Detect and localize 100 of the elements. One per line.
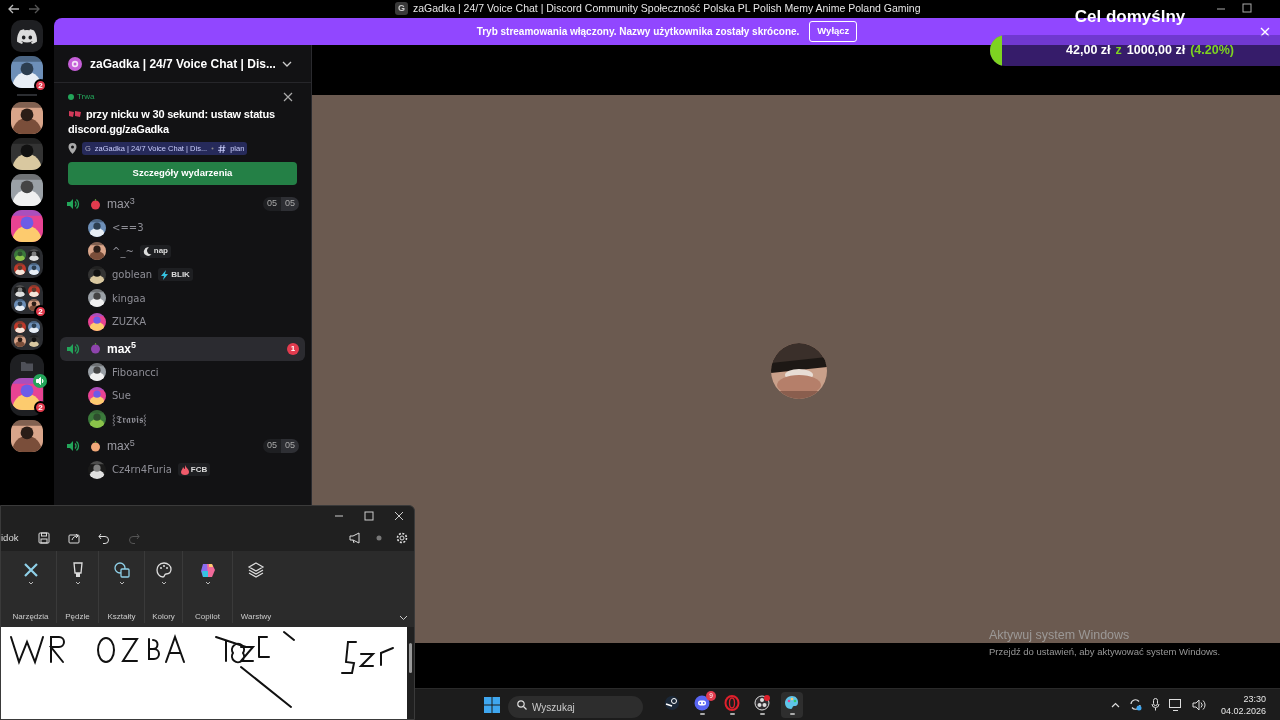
megaphone-icon[interactable] (349, 532, 362, 545)
notification-badge: 2 (34, 401, 47, 414)
server-icon (68, 56, 82, 71)
tool-label: Kształty (107, 611, 136, 623)
view-menu[interactable]: idok (1, 530, 29, 546)
user-count: 05 (262, 197, 281, 211)
avatar (88, 242, 106, 261)
goal-percent: (4.20%) (1190, 41, 1234, 59)
voice-user[interactable]: ZUZKA (60, 310, 305, 334)
avatar (88, 289, 106, 308)
notification-badge: 2 (34, 79, 47, 92)
server-folder[interactable] (11, 246, 43, 278)
ribbon-tool[interactable]: Pędzle (57, 551, 99, 623)
voice-speaker-icon (33, 374, 47, 388)
maximize-icon[interactable] (1242, 3, 1252, 13)
date-text: 04.02.2026 (1220, 704, 1266, 717)
account-icon[interactable] (376, 535, 382, 542)
voice-user[interactable]: ⸾𝕿𝖗𝖆𝖛𝖎𝖘⸾ (60, 407, 305, 431)
avatar (88, 410, 106, 429)
user-name: ^_~ (112, 244, 134, 259)
window-title: zaGadka | 24/7 Voice Chat | Discord Community Społeczność Polska PL Polish Memy Anime Poland Gaming (413, 1, 921, 16)
goal-target: 1000,00 zł (1126, 41, 1186, 59)
voice-user[interactable]: <==3 (60, 216, 305, 240)
close-icon[interactable] (283, 92, 293, 102)
palette-icon (154, 561, 173, 579)
flame-icon (180, 464, 189, 475)
network-icon[interactable] (1168, 698, 1183, 711)
chevron-up-icon[interactable] (1110, 701, 1120, 708)
home-button[interactable] (11, 20, 43, 52)
chevron-down-icon[interactable] (281, 59, 292, 68)
activation-text: Przejdź do ustawień, aby aktywować system Windows. (989, 644, 1221, 659)
location-pin-icon (68, 143, 77, 154)
event-status: Trwa (77, 91, 95, 103)
ribbon-tool[interactable]: Narzędzia (5, 551, 57, 623)
emoji-icon (68, 109, 82, 118)
user-name: ⸾𝕿𝖗𝖆𝖛𝖎𝖘⸾ (112, 412, 147, 427)
ribbon-tool[interactable]: Copilot (183, 551, 233, 623)
user-name: ZUZKA (112, 315, 147, 330)
tool-label: Copilot (195, 611, 220, 623)
user-count: 05 (262, 439, 281, 453)
notification-badge: 2 (34, 305, 47, 318)
tool-label: Warstwy (240, 611, 272, 623)
clock[interactable]: 23:30 04.02.2026 (1220, 692, 1266, 717)
shapes-icon (112, 561, 131, 579)
server-name[interactable]: zaGadka | 24/7 Voice Chat | Dis... (90, 54, 276, 73)
voice-user[interactable]: Cz4rn4Furia FCB (60, 458, 305, 482)
channel-name: max$^{3}$ (107, 195, 135, 213)
chevron-down-icon (204, 581, 211, 585)
goal-joiner: z (1115, 41, 1122, 59)
share-icon[interactable] (68, 532, 80, 545)
voice-user[interactable]: ^_~ nap (60, 239, 305, 263)
voice-channel[interactable]: max$^{3}$ 05 05 (60, 192, 305, 216)
ribbon-tool[interactable]: Warstwy (233, 551, 279, 623)
tag-text: BLIK (171, 268, 190, 281)
live-dot-icon (68, 94, 74, 100)
event-title: przy nicku w 30 sekund: ustaw status discord.gg/zaGadka (68, 107, 277, 137)
back-icon[interactable] (8, 4, 20, 14)
ribbon-tool[interactable]: Kolory (145, 551, 183, 623)
channel-name: max$^{5}$ (107, 437, 135, 455)
server-folder[interactable] (11, 282, 43, 314)
save-icon[interactable] (38, 532, 50, 545)
palette-icon (784, 694, 800, 711)
voice-user[interactable]: Sue (60, 384, 305, 408)
speaker-icon (66, 198, 80, 210)
voice-user[interactable]: goblean BLIK (60, 263, 305, 287)
ribbon-tool[interactable]: Kształty (99, 551, 145, 623)
taskbar-app[interactable] (781, 691, 803, 718)
voice-channel[interactable]: max$^{5}$ 1 (60, 336, 305, 361)
settings-icon[interactable] (396, 532, 408, 545)
separator-dot-icon (211, 147, 215, 150)
user-name: Fiboancci (112, 365, 159, 380)
app-icon (694, 694, 710, 711)
avatar (88, 265, 106, 284)
disable-button[interactable]: Wyłącz (809, 21, 858, 42)
microphone-icon[interactable] (1150, 698, 1160, 711)
start-icon[interactable] (484, 696, 500, 713)
undo-icon[interactable] (98, 532, 110, 545)
server-folder[interactable] (11, 318, 43, 350)
event-details-button[interactable]: Szczegóły wydarzenia (68, 162, 297, 185)
activation-title: Aktywuj system Windows (989, 627, 1131, 644)
voice-user[interactable]: kingaa (60, 286, 305, 310)
tag-text: nap (153, 245, 168, 258)
chevron-down-icon[interactable] (399, 615, 408, 621)
voice-channel[interactable]: max$^{5}$ 05 05 (60, 434, 305, 458)
close-icon[interactable] (394, 510, 404, 521)
avatar (88, 386, 106, 405)
search-icon (517, 699, 527, 710)
voice-user[interactable]: Fiboancci (60, 360, 305, 384)
layers-icon (247, 561, 265, 579)
tools-icon (21, 561, 40, 579)
search-field[interactable]: Wyszukaj (508, 696, 643, 718)
volume-icon[interactable] (1191, 698, 1206, 711)
sync-icon[interactable] (1128, 698, 1142, 711)
hash-icon (218, 144, 227, 153)
chevron-down-icon (118, 581, 125, 585)
unread-badge: 1 (287, 342, 299, 355)
lightning-icon (161, 269, 170, 280)
forward-icon[interactable] (28, 4, 40, 14)
avatar (88, 312, 106, 331)
maximize-icon[interactable] (364, 510, 374, 521)
